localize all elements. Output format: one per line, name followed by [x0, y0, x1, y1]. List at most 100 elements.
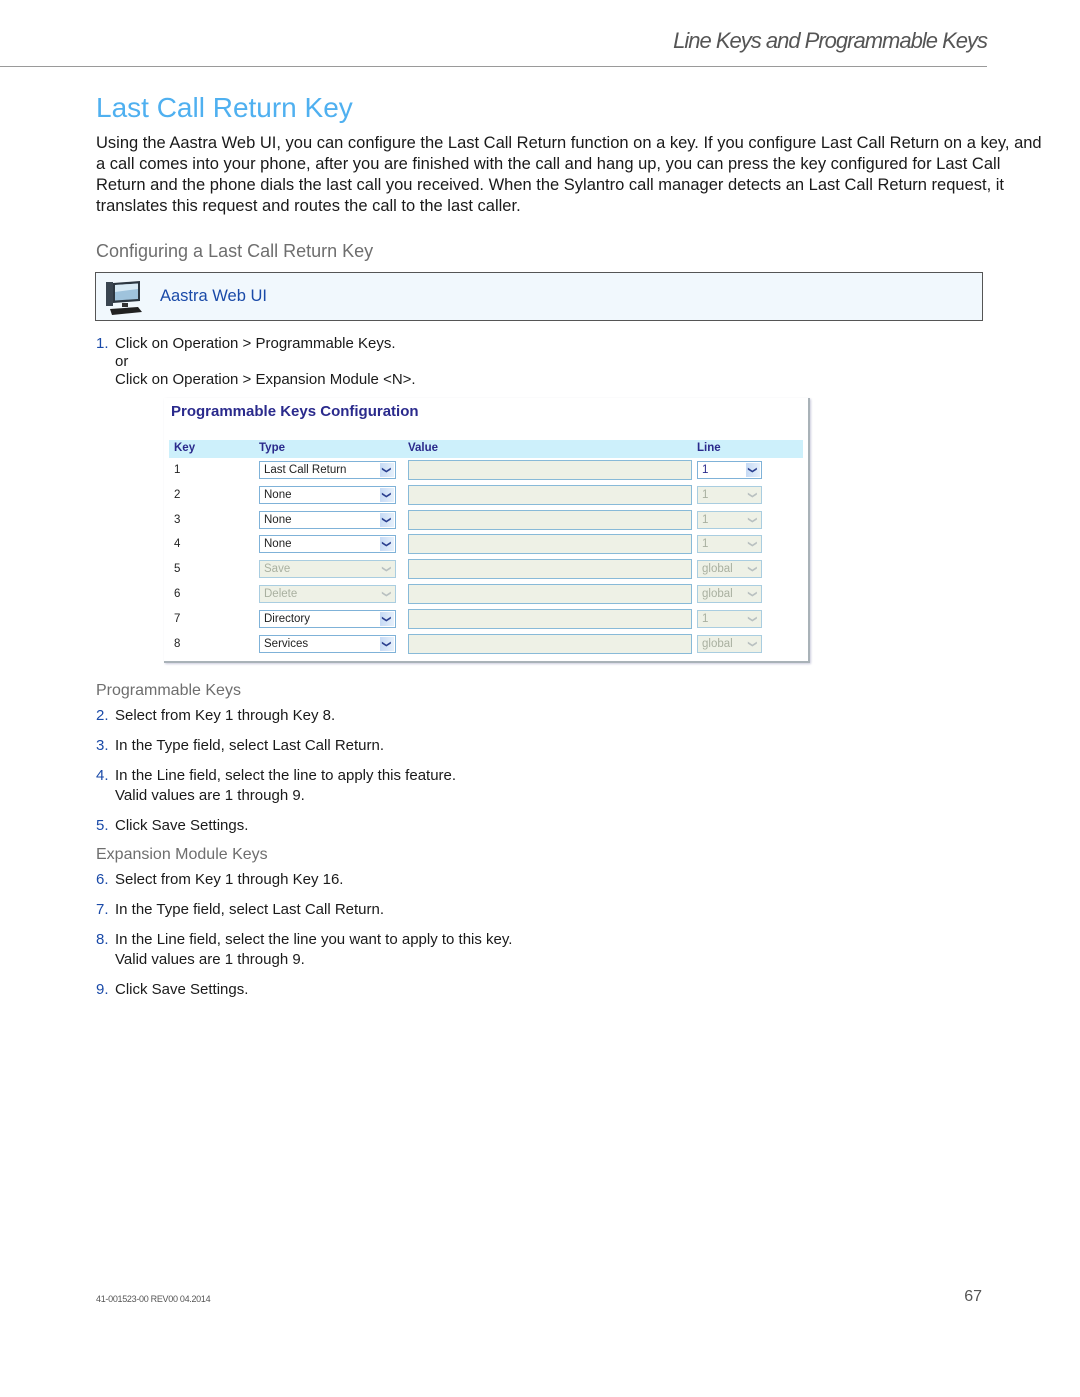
chevron-down-icon: ❯ — [380, 587, 394, 601]
value-input[interactable] — [408, 484, 692, 505]
value-input[interactable] — [408, 584, 692, 604]
table-row: 5 Save ❯ global ❯ — [169, 559, 803, 581]
table-row: 6 Delete ❯ global ❯ — [169, 584, 803, 606]
aastra-web-ui-label: Aastra Web UI — [160, 287, 267, 305]
type-select-value: Delete — [264, 588, 298, 600]
type-select-value: Last Call Return — [264, 464, 347, 476]
type-select-value: None — [264, 538, 292, 551]
step-number: 4. — [96, 767, 109, 784]
chevron-down-icon: ❯ — [380, 611, 394, 626]
line-select-value: 1 — [702, 464, 709, 476]
page-number: 67 — [964, 1288, 982, 1305]
chevron-down-icon: ❯ — [380, 463, 394, 477]
section-title: Configuring a Last Call Return Key — [96, 241, 374, 261]
step-text-alt: Click on Operation > Expansion Module <N… — [115, 371, 416, 388]
screenshot-title: Programmable Keys Configuration — [171, 403, 419, 420]
value-input[interactable] — [408, 633, 692, 654]
chevron-down-icon: ❯ — [746, 487, 760, 502]
key-number: 3 — [174, 513, 181, 526]
running-head: Line Keys and Programmable Keys — [673, 28, 988, 53]
step-continuation: Valid values are 1 through 9. — [115, 787, 305, 804]
chevron-down-icon: ❯ — [380, 512, 394, 527]
line-select[interactable]: 1 ❯ — [697, 609, 762, 628]
line-select[interactable]: 1 ❯ — [697, 461, 762, 479]
type-select[interactable]: None ❯ — [259, 485, 396, 504]
table-row: 8 Services ❯ global ❯ — [169, 633, 803, 656]
step-number: 6. — [96, 871, 109, 888]
step-text: In the Line field, select the line you w… — [115, 931, 513, 948]
chevron-down-icon: ❯ — [380, 537, 394, 552]
key-number: 1 — [174, 464, 181, 476]
key-number: 4 — [174, 538, 181, 551]
type-select-value: Directory — [264, 612, 311, 625]
table-header: Key Type Value Line — [169, 440, 803, 458]
line-select-value: global — [702, 563, 733, 576]
chevron-down-icon: ❯ — [380, 487, 394, 502]
computer-monitor-icon — [106, 281, 142, 315]
column-header-key: Key — [174, 442, 196, 454]
programmable-keys-title: Programmable Keys — [96, 682, 241, 699]
line-select[interactable]: 1 ❯ — [697, 535, 762, 554]
line-select-value: 1 — [702, 488, 709, 501]
table-row: 2 None ❯ 1 ❯ — [169, 484, 803, 507]
type-select[interactable]: None ❯ — [259, 510, 396, 529]
type-select-value: None — [264, 513, 292, 526]
type-select[interactable]: Delete ❯ — [259, 585, 396, 603]
type-select[interactable]: Directory ❯ — [259, 609, 396, 628]
step-7: 7. In the Type field, select Last Call Re… — [96, 900, 384, 920]
value-input[interactable] — [408, 534, 692, 555]
line-select-value: 1 — [702, 513, 709, 526]
table-row: 3 None ❯ 1 ❯ — [169, 509, 803, 532]
line-select-value: 1 — [702, 612, 709, 625]
chevron-down-icon: ❯ — [746, 636, 760, 651]
step-text: Select from Key 1 through Key 16. — [115, 871, 344, 888]
step-continuation: Valid values are 1 through 9. — [115, 951, 305, 968]
line-select-value: global — [702, 637, 733, 650]
step-3: 3. In the Type field, select Last Call Re… — [96, 736, 384, 756]
step-text: Click Save Settings. — [115, 981, 249, 998]
line-select[interactable]: global ❯ — [697, 634, 762, 653]
step-number: 5. — [96, 817, 109, 834]
chevron-down-icon: ❯ — [746, 537, 760, 552]
type-select-value: Save — [264, 563, 291, 576]
type-select[interactable]: Services ❯ — [259, 634, 396, 653]
step-number: 3. — [96, 737, 109, 754]
step-9: 9. Click Save Settings. — [96, 980, 248, 1000]
value-input[interactable] — [408, 559, 692, 580]
step-number: 2. — [96, 707, 109, 724]
value-input[interactable] — [408, 460, 692, 480]
line-select[interactable]: global ❯ — [697, 560, 762, 579]
step-text: Click Save Settings. — [115, 817, 249, 834]
chevron-down-icon: ❯ — [746, 611, 760, 626]
type-select[interactable]: Last Call Return ❯ — [259, 461, 396, 479]
step-number: 8. — [96, 931, 109, 948]
step-text: Select from Key 1 through Key 8. — [115, 707, 336, 724]
key-number: 7 — [174, 612, 181, 625]
programmable-keys-screenshot: Programmable Keys Configuration Key Type… — [164, 398, 810, 663]
footer-doc-id: 41-001523-00 REV00 04.2014 — [96, 1294, 211, 1304]
header-divider — [0, 66, 987, 67]
step-number: 1. — [96, 335, 109, 352]
table-row: 7 Directory ❯ 1 ❯ — [169, 608, 803, 631]
step-1: 1. Click on Operation > Programmable Keys… — [96, 334, 416, 390]
table-row: 1 Last Call Return ❯ 1 ❯ — [169, 460, 803, 482]
step-5: 5. Click Save Settings. — [96, 816, 248, 836]
type-select-value: Services — [264, 637, 309, 650]
line-select[interactable]: global ❯ — [697, 585, 762, 603]
value-input[interactable] — [408, 608, 692, 629]
intro-paragraph: Using the Aastra Web UI, you can configu… — [96, 134, 1042, 215]
chevron-down-icon: ❯ — [746, 463, 760, 477]
value-input[interactable] — [408, 509, 692, 530]
type-select[interactable]: None ❯ — [259, 535, 396, 554]
chevron-down-icon: ❯ — [380, 636, 394, 651]
line-select-value: global — [702, 588, 733, 600]
step-text: In the Type field, select Last Call Retu… — [115, 737, 385, 754]
aastra-web-ui-banner: Aastra Web UI — [95, 272, 983, 321]
line-select-value: 1 — [702, 538, 709, 551]
line-select[interactable]: 1 ❯ — [697, 510, 762, 529]
step-number: 9. — [96, 981, 109, 998]
type-select[interactable]: Save ❯ — [259, 560, 396, 579]
line-select[interactable]: 1 ❯ — [697, 485, 762, 504]
chevron-down-icon: ❯ — [746, 562, 760, 577]
page-title: Last Call Return Key — [96, 92, 353, 123]
